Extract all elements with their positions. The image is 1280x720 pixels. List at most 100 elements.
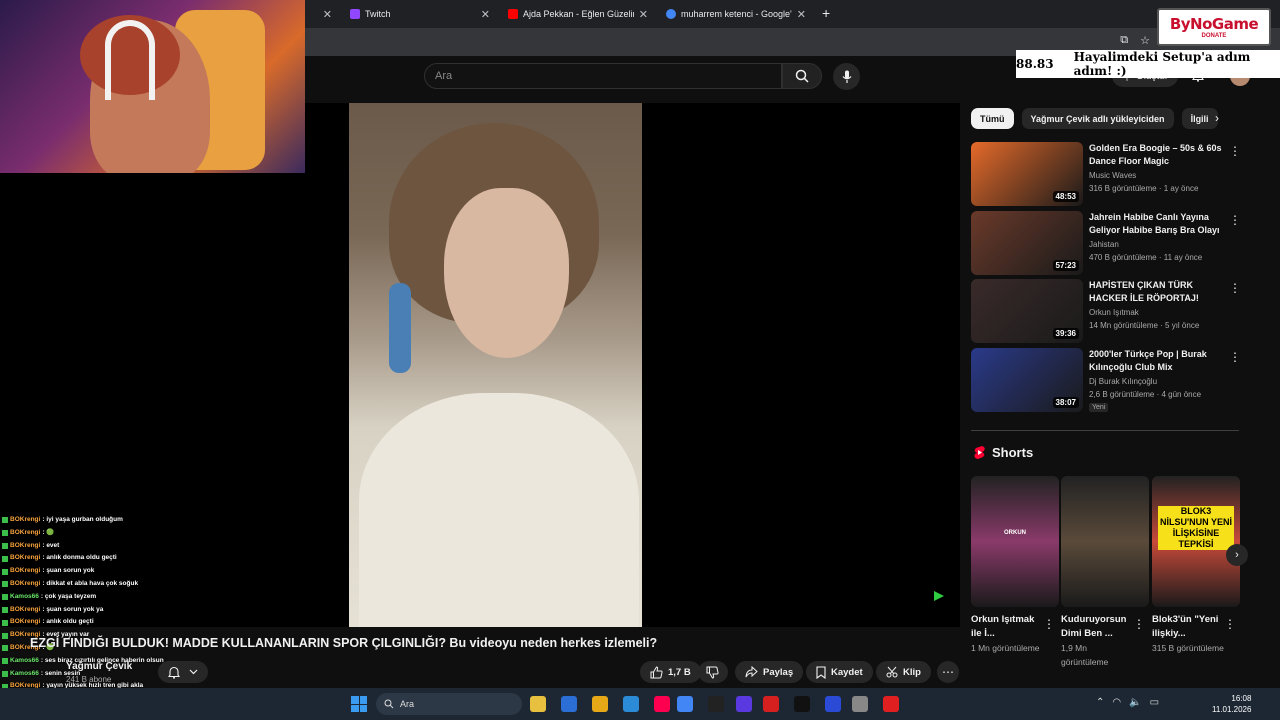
short-views: 315 B görüntüleme bbox=[1152, 643, 1224, 653]
chevron-down-icon bbox=[189, 669, 198, 675]
more-actions-button[interactable]: ⋯ bbox=[937, 661, 959, 683]
channel-name[interactable]: Orkun Işıtmak bbox=[1089, 308, 1139, 317]
short-title[interactable]: Kuduruyorsun Dimi Ben ... bbox=[1061, 613, 1133, 641]
new-tab-button[interactable]: + bbox=[822, 5, 830, 21]
stream-chat: BOKrengi: iyi yaşa gurban olduğum BOKreng… bbox=[2, 514, 302, 693]
taskbar-clock[interactable]: 16:08 11.01.2026 bbox=[1212, 693, 1251, 715]
taskbar-app-icon[interactable] bbox=[736, 696, 752, 712]
taskbar-app-icon[interactable] bbox=[592, 696, 608, 712]
taskbar-app-icon[interactable] bbox=[794, 696, 810, 712]
windows-start-icon[interactable] bbox=[351, 696, 367, 712]
video-figure-accent bbox=[389, 283, 411, 373]
windows-taskbar bbox=[0, 688, 1280, 720]
chat-username: BOKrengi bbox=[10, 528, 41, 536]
video-thumbnail[interactable]: 38:07 bbox=[971, 348, 1083, 412]
taskbar-app-icon[interactable] bbox=[654, 696, 670, 712]
close-icon[interactable]: ✕ bbox=[797, 8, 806, 21]
channel-name[interactable]: Jahistan bbox=[1089, 240, 1119, 249]
short-title[interactable]: Orkun Işıtmak ile İ... bbox=[971, 613, 1043, 641]
taskbar-app-icon[interactable] bbox=[883, 696, 899, 712]
video-frame[interactable] bbox=[349, 103, 642, 627]
recommendation-item[interactable]: 48:53 Golden Era Boogie – 50s & 60s Dance… bbox=[971, 142, 1241, 206]
battery-icon[interactable]: ▭ bbox=[1150, 697, 1159, 708]
taskbar-search-placeholder: Ara bbox=[400, 699, 415, 709]
video-figure-shirt bbox=[359, 393, 639, 627]
more-vertical-icon[interactable]: ⋮ bbox=[1229, 144, 1241, 158]
chat-badge-icon bbox=[2, 670, 8, 677]
taskbar-app-icon[interactable] bbox=[825, 696, 841, 712]
video-title[interactable]: Golden Era Boogie – 50s & 60s Dance Floo… bbox=[1089, 142, 1225, 168]
chat-message: Kamos66: çok yaşa teyzem bbox=[2, 591, 302, 604]
star-icon[interactable]: ☆ bbox=[1140, 34, 1150, 47]
tab-twitch[interactable]: Twitch ✕ bbox=[344, 3, 496, 25]
taskbar-app-icon[interactable] bbox=[561, 696, 577, 712]
short-item[interactable]: BLOK3 NİLSU'NUN YENİ İLİŞKİSİNE TEPKİSİ B… bbox=[1152, 476, 1240, 655]
chip-all[interactable]: Tümü bbox=[971, 108, 1014, 129]
short-thumbnail[interactable]: BLOK3 NİLSU'NUN YENİ İLİŞKİSİNE TEPKİSİ bbox=[1152, 476, 1240, 607]
subscription-bell-button[interactable] bbox=[158, 661, 208, 683]
shorts-header: Shorts bbox=[973, 445, 1033, 460]
taskbar-app-icon[interactable] bbox=[623, 696, 639, 712]
video-title[interactable]: 2000'ler Türkçe Pop | Burak Kılınçoğlu C… bbox=[1089, 348, 1225, 374]
taskbar-app-icon[interactable] bbox=[708, 696, 724, 712]
video-thumbnail[interactable]: 48:53 bbox=[971, 142, 1083, 206]
recommendation-item[interactable]: 38:07 2000'ler Türkçe Pop | Burak Kılınço… bbox=[971, 348, 1241, 412]
more-vertical-icon[interactable]: ⋮ bbox=[1229, 281, 1241, 295]
taskbar-app-icon[interactable] bbox=[852, 696, 868, 712]
short-item[interactable]: Kuduruyorsun Dimi Ben ... 1,9 Mn görüntül… bbox=[1061, 476, 1149, 669]
chat-message: BOKrengi: anlık oldu geçti bbox=[2, 616, 302, 629]
cast-icon[interactable]: ⧉ bbox=[1120, 34, 1128, 47]
tab-label: muharrem ketenci - Google'da bbox=[681, 9, 792, 19]
wifi-icon[interactable]: ◠ bbox=[1112, 697, 1121, 708]
more-vertical-icon[interactable]: ⋮ bbox=[1224, 617, 1236, 631]
video-title[interactable]: HAPİSTEN ÇIKAN TÜRK HACKER İLE RÖPORTAJ! bbox=[1089, 279, 1225, 305]
video-thumbnail[interactable]: 39:36 bbox=[971, 279, 1083, 343]
video-thumbnail[interactable]: 57:23 bbox=[971, 211, 1083, 275]
channel-name[interactable]: Yağmur Çevik bbox=[66, 661, 132, 672]
recommendation-item[interactable]: 57:23 Jahrein Habibe Canlı Yayına Geliyor… bbox=[971, 211, 1241, 275]
chip-uploader[interactable]: Yağmur Çevik adlı yükleyiciden bbox=[1021, 108, 1174, 129]
bell-icon bbox=[168, 666, 181, 679]
video-duration: 39:36 bbox=[1052, 328, 1079, 339]
channel-name[interactable]: Dj Burak Kılınçoğlu bbox=[1089, 377, 1157, 386]
short-thumbnail[interactable] bbox=[1061, 476, 1149, 607]
taskbar-app-icon[interactable] bbox=[677, 696, 693, 712]
chevron-right-icon[interactable]: › bbox=[1215, 111, 1219, 125]
microphone-icon bbox=[842, 70, 851, 83]
close-icon[interactable]: ✕ bbox=[639, 8, 648, 21]
chip-related[interactable]: İlgili bbox=[1181, 108, 1218, 129]
taskbar-search[interactable]: Ara bbox=[376, 693, 522, 715]
save-button[interactable]: Kaydet bbox=[806, 661, 873, 683]
more-vertical-icon[interactable]: ⋮ bbox=[1043, 617, 1055, 631]
shorts-next-button[interactable]: › bbox=[1226, 544, 1248, 566]
share-button[interactable]: Paylaş bbox=[735, 661, 804, 683]
chat-badge-icon bbox=[2, 517, 8, 524]
tab-close-partial[interactable]: ✕ bbox=[310, 3, 338, 25]
video-title: EZGİ FINDIĞI BULDUK! MADDE KULLANANLARIN… bbox=[30, 636, 658, 650]
more-vertical-icon[interactable]: ⋮ bbox=[1229, 350, 1241, 364]
tab-youtube[interactable]: Ajda Pekkan - Eğlen Güzelim (C ✕ bbox=[502, 3, 654, 25]
tab-google[interactable]: muharrem ketenci - Google'da ✕ bbox=[660, 3, 812, 25]
chevron-up-icon[interactable]: ⌃ bbox=[1096, 697, 1104, 708]
short-item[interactable]: ORKUN Orkun Işıtmak ile İ... 1 Mn görüntül… bbox=[971, 476, 1059, 655]
clip-button[interactable]: Klip bbox=[876, 661, 931, 683]
taskbar-app-icon[interactable] bbox=[530, 696, 546, 712]
more-vertical-icon[interactable]: ⋮ bbox=[1229, 213, 1241, 227]
channel-name[interactable]: Music Waves bbox=[1089, 171, 1136, 180]
search-input[interactable]: Ara bbox=[424, 63, 782, 89]
taskbar-app-icon[interactable] bbox=[763, 696, 779, 712]
volume-icon[interactable]: 🔈 bbox=[1129, 697, 1141, 708]
close-icon[interactable]: ✕ bbox=[323, 8, 332, 21]
search-button[interactable] bbox=[782, 63, 822, 89]
short-title[interactable]: Blok3'ün "Yeni ilişkiy... bbox=[1152, 613, 1224, 641]
subscriber-count: 241 B abone bbox=[66, 675, 112, 684]
close-icon[interactable]: ✕ bbox=[481, 8, 490, 21]
short-thumbnail[interactable]: ORKUN bbox=[971, 476, 1059, 607]
voice-search-button[interactable] bbox=[833, 63, 860, 90]
video-title[interactable]: Jahrein Habibe Canlı Yayına Geliyor Habi… bbox=[1089, 211, 1225, 237]
chat-username: BOKrengi bbox=[10, 567, 41, 575]
recommendation-item[interactable]: 39:36 HAPİSTEN ÇIKAN TÜRK HACKER İLE RÖPO… bbox=[971, 279, 1241, 343]
dislike-button[interactable] bbox=[698, 661, 728, 683]
more-vertical-icon[interactable]: ⋮ bbox=[1133, 617, 1145, 631]
like-button[interactable]: 1,7 B bbox=[640, 661, 701, 683]
